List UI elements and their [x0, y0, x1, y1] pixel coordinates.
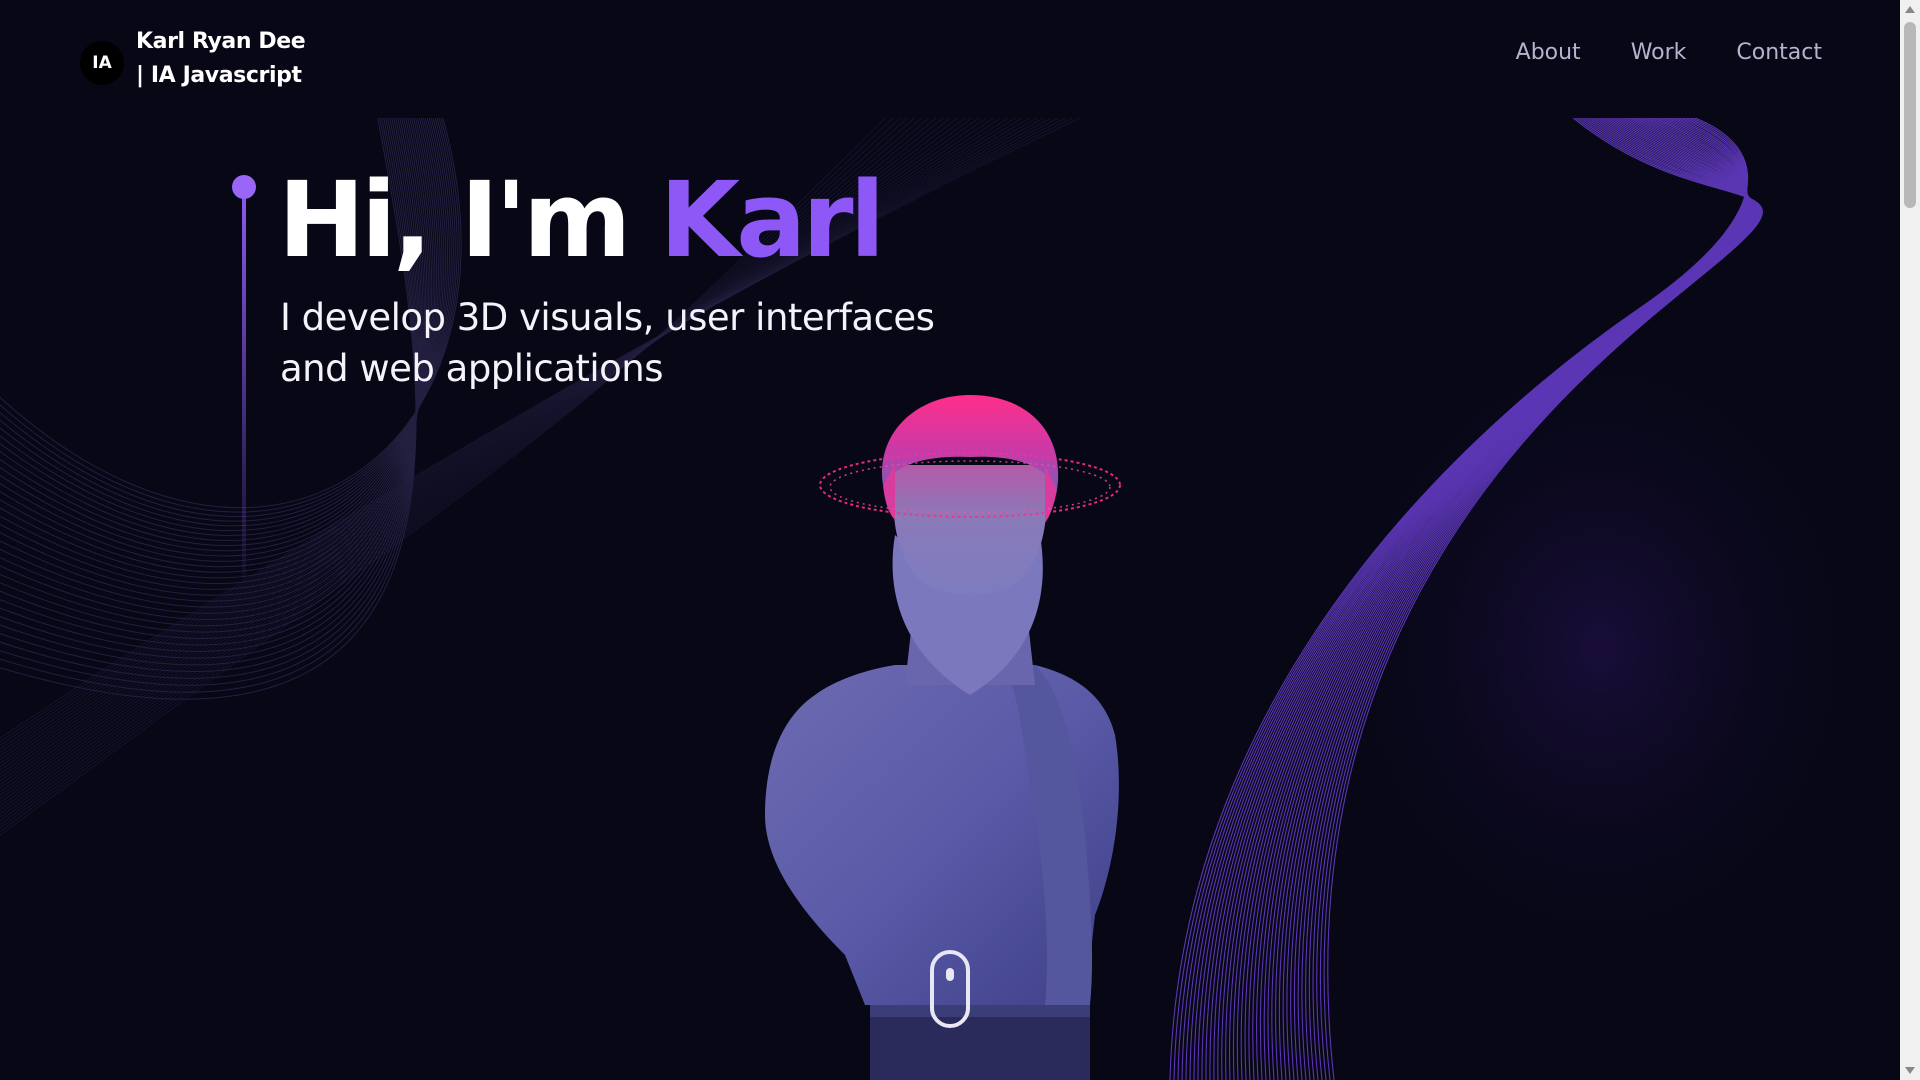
scroll-down-arrow-icon[interactable] [1905, 1067, 1915, 1074]
logo-text: Karl Ryan Dee | IA Javascript [136, 25, 306, 93]
site-header: IA Karl Ryan Dee | IA Javascript About W… [0, 0, 1900, 118]
hero-subtitle: I develop 3D visuals, user interfaces an… [280, 296, 935, 390]
hero-title-name: Karl [659, 159, 886, 281]
bust-illustration [765, 395, 1121, 1080]
logo-tagline: | IA Javascript [136, 63, 302, 88]
main-nav: About Work Contact [1516, 40, 1822, 65]
hero-title-prefix: Hi, I'm [278, 159, 660, 281]
accent-dot [232, 175, 256, 199]
mouse-scroll-icon[interactable] [930, 950, 970, 1028]
logo-link[interactable]: IA Karl Ryan Dee | IA Javascript [80, 25, 306, 93]
page: IA Karl Ryan Dee | IA Javascript About W… [0, 0, 1920, 1080]
logo-badge: IA [80, 41, 124, 85]
scroll-up-arrow-icon[interactable] [1905, 6, 1915, 13]
logo-name: Karl Ryan Dee [136, 29, 306, 54]
nav-link-about[interactable]: About [1516, 40, 1581, 65]
mouse-wheel [946, 968, 954, 981]
nav-link-work[interactable]: Work [1631, 40, 1687, 65]
scrollbar-thumb[interactable] [1904, 22, 1916, 208]
nav-link-contact[interactable]: Contact [1736, 40, 1822, 65]
vertical-scrollbar[interactable] [1900, 0, 1920, 1080]
accent-line [242, 180, 246, 580]
hero-title: Hi, I'm Karl [278, 159, 886, 281]
